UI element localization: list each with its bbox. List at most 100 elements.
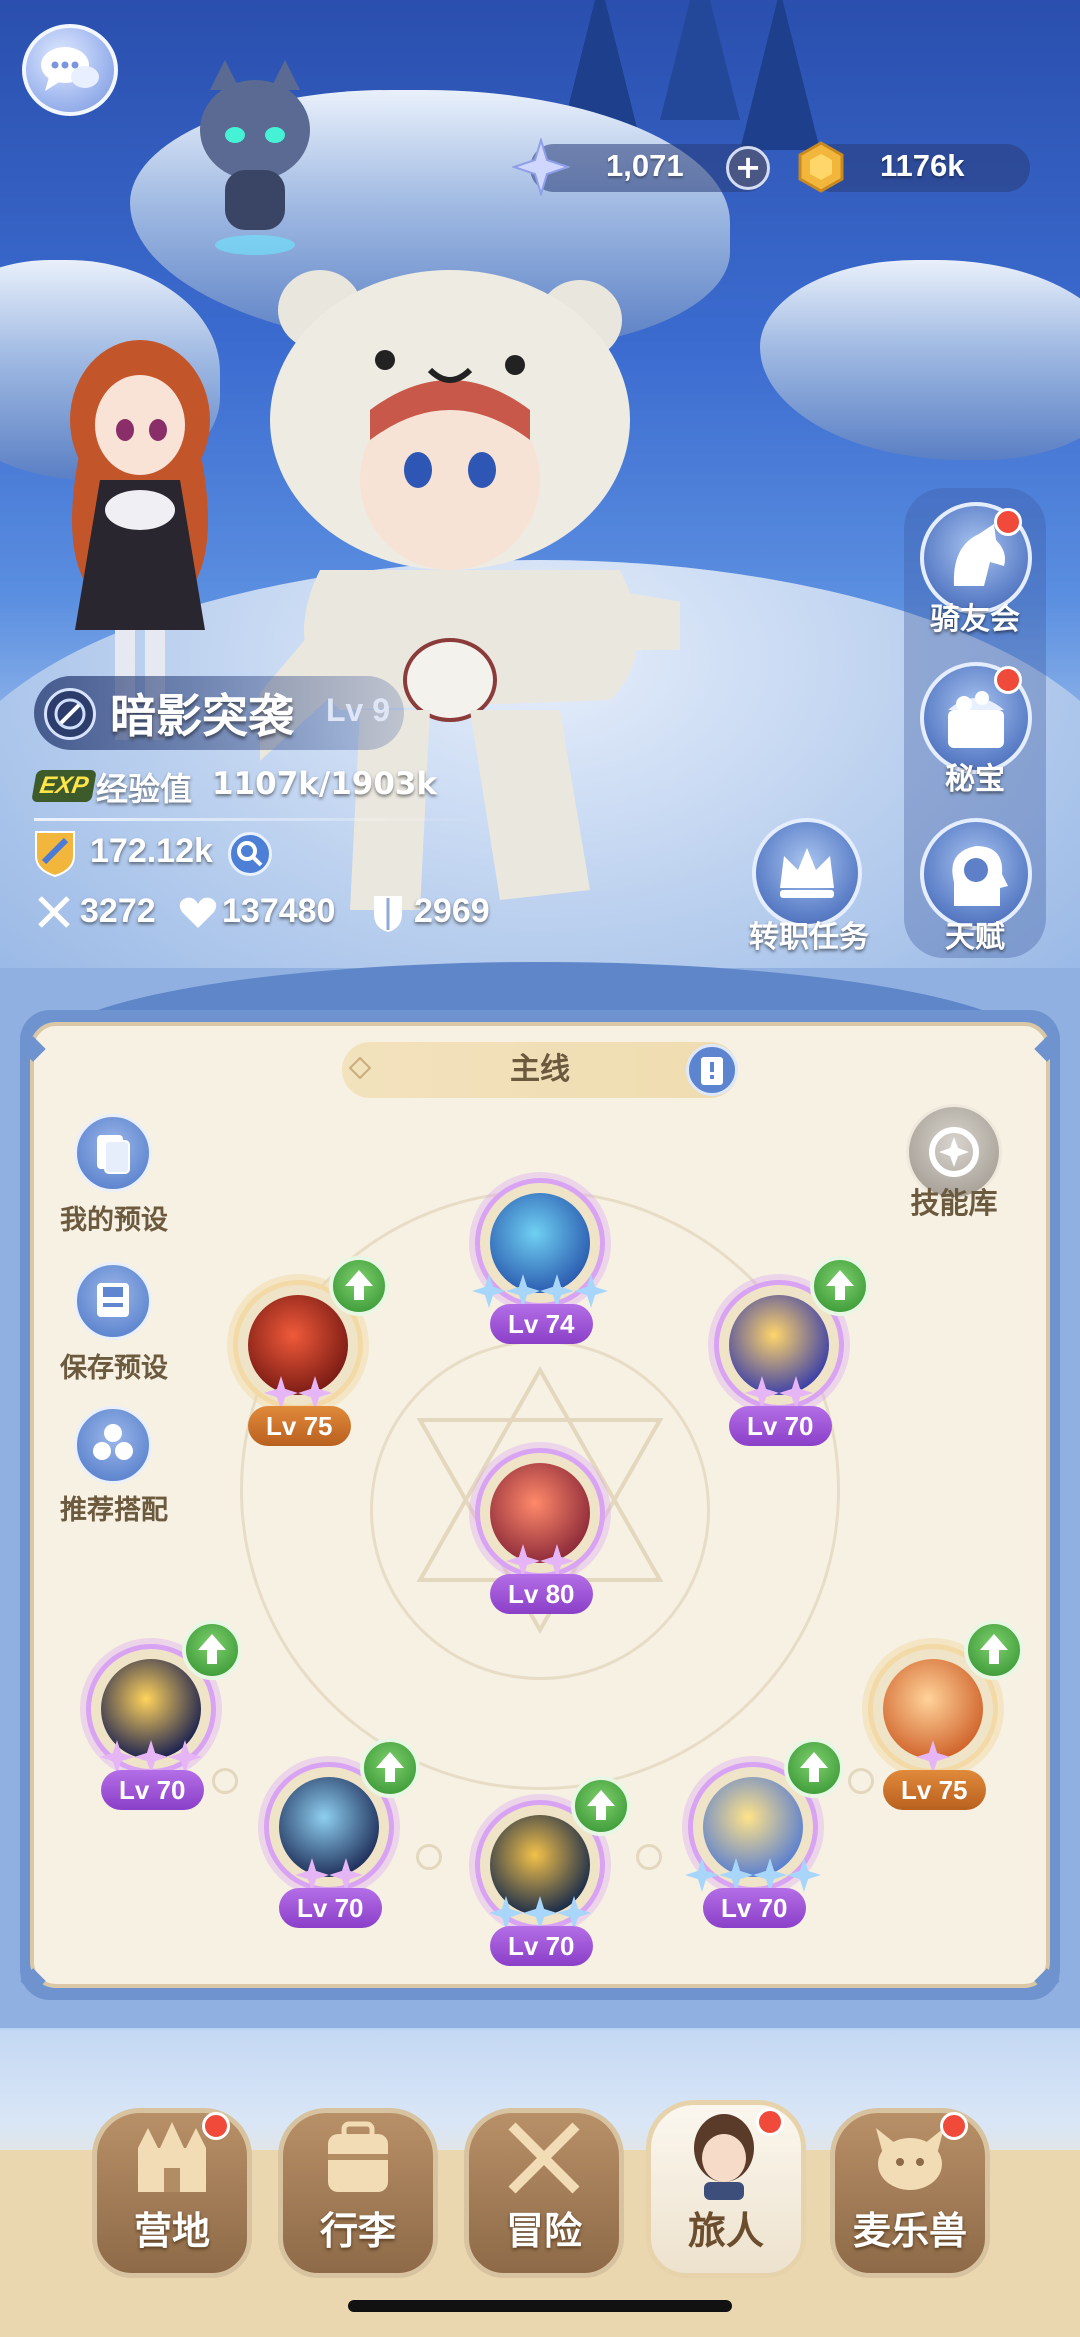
side-menu-label: 秘宝	[945, 762, 1005, 797]
star-icon	[134, 1740, 168, 1774]
gold-coin-icon	[798, 141, 844, 193]
left-button-label: 我的预设	[60, 1205, 168, 1236]
notification-badge	[994, 508, 1022, 536]
side-menu-label: 天赋	[945, 920, 1005, 955]
defense-value: 2969	[414, 892, 490, 930]
power-shield-icon	[35, 831, 75, 878]
skill-connector	[212, 1768, 238, 1794]
hp-value: 137480	[222, 892, 336, 930]
star-icon	[523, 1896, 557, 1930]
star-icon	[779, 1376, 813, 1410]
skill-level-pill: Lv 70	[490, 1926, 593, 1966]
star-icon	[506, 1544, 540, 1578]
nav-label: 行李	[319, 2209, 396, 2253]
upgrade-arrow-icon[interactable]	[784, 1738, 844, 1798]
star-icon	[298, 1376, 332, 1410]
gem-star-icon	[512, 138, 570, 196]
upgrade-arrow-icon[interactable]	[810, 1256, 870, 1316]
job-quest-label: 转职任务	[749, 920, 869, 955]
crown-icon	[780, 848, 834, 898]
star-icon	[506, 1274, 540, 1308]
save-disk-icon	[97, 1283, 129, 1317]
main-character-bear-costume[interactable]	[260, 270, 680, 950]
home-indicator	[348, 2300, 732, 2312]
skill-level-pill: Lv 75	[883, 1770, 986, 1810]
tree-decoration	[740, 0, 820, 150]
nav-label: 麦乐兽	[852, 2209, 967, 2253]
star-icon	[557, 1896, 591, 1930]
notification-badge	[202, 2112, 230, 2140]
upgrade-arrow-icon[interactable]	[571, 1776, 631, 1836]
floating-pet-character[interactable]	[190, 60, 320, 260]
skill-connector	[416, 1844, 442, 1870]
tab-mainline[interactable]: 主线	[342, 1042, 738, 1098]
class-emblem-icon	[44, 688, 96, 740]
hp-heart-icon	[179, 897, 217, 928]
power-value: 172.12k	[90, 832, 213, 870]
skill-level-pill: Lv 70	[729, 1406, 832, 1446]
star-icon	[719, 1858, 753, 1892]
upgrade-arrow-icon[interactable]	[964, 1620, 1024, 1680]
nav-label: 旅人	[687, 2209, 764, 2253]
star-icon	[295, 1858, 329, 1892]
skill-connector	[848, 1768, 874, 1794]
notification-badge	[994, 666, 1022, 694]
skill-connector	[636, 1844, 662, 1870]
star-icon	[745, 1376, 779, 1410]
star-icon	[329, 1858, 363, 1892]
skill-level-pill: Lv 75	[248, 1406, 351, 1446]
star-icon	[100, 1740, 134, 1774]
upgrade-arrow-icon[interactable]	[329, 1256, 389, 1316]
star-icon	[168, 1740, 202, 1774]
skill-guide-button[interactable]	[686, 1044, 738, 1096]
crossed-swords-icon	[508, 2122, 580, 2194]
left-button-label: 推荐搭配	[60, 1495, 168, 1526]
save-preset-button[interactable]	[74, 1262, 152, 1340]
star-icon	[685, 1858, 719, 1892]
snow-rock	[760, 260, 1080, 460]
gems-amount: 1,071	[606, 148, 684, 183]
exp-underline	[34, 818, 494, 821]
skill-level-pill: Lv 70	[703, 1888, 806, 1928]
star-icon	[489, 1896, 523, 1930]
skill-library-label: 技能库	[910, 1186, 998, 1220]
side-menu-label: 骑友会	[930, 602, 1020, 637]
chat-button[interactable]	[22, 24, 118, 116]
star-icon	[787, 1858, 821, 1892]
exp-value: 1107k/1903k	[212, 766, 438, 802]
exp-label: 经验值	[96, 770, 193, 808]
skill-level-pill: Lv 80	[490, 1574, 593, 1614]
attack-swords-icon	[38, 896, 70, 928]
my-preset-button[interactable]	[74, 1114, 152, 1192]
backpack-icon	[328, 2121, 388, 2192]
notification-badge	[940, 2112, 968, 2140]
search-icon	[237, 841, 263, 867]
brain-head-icon	[952, 846, 1008, 906]
add-gems-button[interactable]: +	[726, 146, 770, 190]
tree-decoration	[660, 0, 740, 120]
recommend-combo-icon	[93, 1424, 133, 1460]
upgrade-arrow-icon[interactable]	[360, 1738, 420, 1798]
book-icon	[701, 1057, 723, 1085]
upgrade-arrow-icon[interactable]	[182, 1620, 242, 1680]
skill-level-pill: Lv 70	[101, 1770, 204, 1810]
star-icon	[753, 1858, 787, 1892]
nav-label: 冒险	[505, 2209, 582, 2253]
class-level: Lv 9	[326, 692, 391, 728]
star-icon	[540, 1274, 574, 1308]
recommend-combo-button[interactable]	[74, 1406, 152, 1484]
skill-level-pill: Lv 70	[279, 1888, 382, 1928]
attack-value: 3272	[80, 892, 156, 930]
preset-cards-icon	[97, 1135, 130, 1174]
power-detail-button[interactable]	[228, 832, 272, 876]
star-icon	[540, 1544, 574, 1578]
star-icon	[264, 1376, 298, 1410]
star-icon	[574, 1274, 608, 1308]
class-name: 暗影突袭	[110, 689, 294, 743]
chat-bubbles-icon	[41, 47, 99, 91]
notification-badge	[756, 2108, 784, 2136]
skill-level-pill: Lv 74	[490, 1304, 593, 1344]
star-icon	[916, 1740, 950, 1774]
nav-label: 营地	[133, 2209, 210, 2253]
defense-shield-icon	[374, 896, 402, 932]
